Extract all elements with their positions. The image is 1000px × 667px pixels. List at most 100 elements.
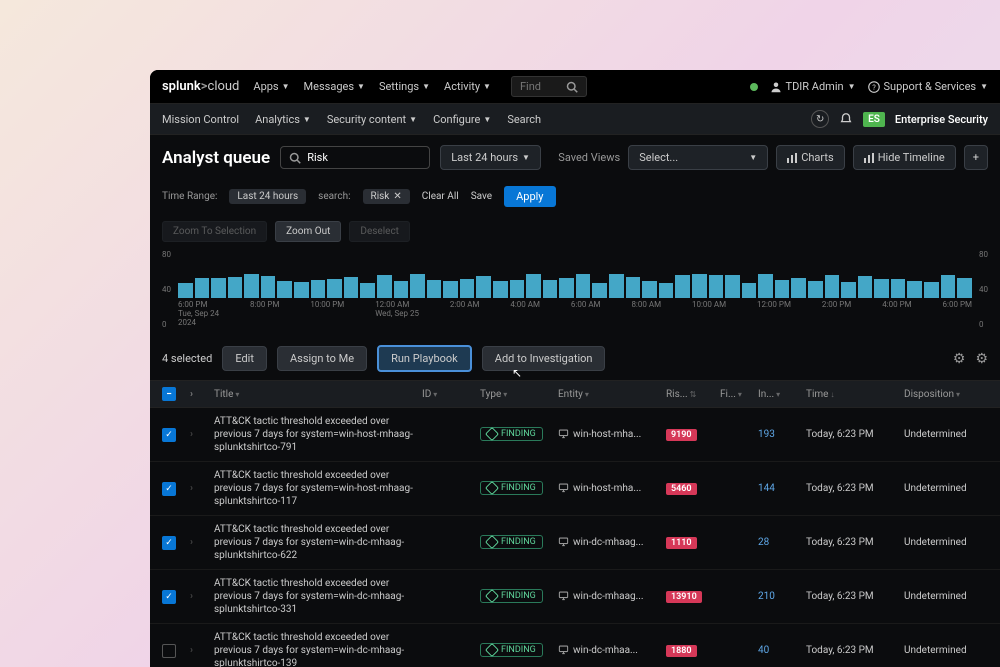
timeline-bar[interactable] bbox=[626, 277, 641, 298]
assign-to-me-button[interactable]: Assign to Me bbox=[277, 346, 367, 371]
entity-column[interactable]: Entity▾ bbox=[558, 389, 658, 400]
type-column[interactable]: Type▾ bbox=[480, 389, 550, 400]
timeline-bar[interactable] bbox=[841, 282, 856, 298]
timeline-bar[interactable] bbox=[725, 275, 740, 298]
timeline-bar[interactable] bbox=[195, 278, 210, 298]
expand-toggle[interactable]: › bbox=[190, 645, 206, 656]
timeline-bar[interactable] bbox=[957, 278, 972, 298]
timeline-bar[interactable] bbox=[709, 275, 724, 298]
timeline-bar[interactable] bbox=[941, 275, 956, 298]
search-filter-chip[interactable]: Risk ✕ bbox=[363, 189, 410, 204]
expand-toggle[interactable]: › bbox=[190, 537, 206, 548]
in-cell[interactable]: 40 bbox=[758, 645, 798, 656]
in-cell[interactable]: 210 bbox=[758, 591, 798, 602]
row-checkbox[interactable] bbox=[162, 428, 176, 442]
in-cell[interactable]: 144 bbox=[758, 483, 798, 494]
timeline-bar[interactable] bbox=[825, 275, 840, 298]
charts-button[interactable]: Charts bbox=[776, 145, 844, 170]
timeline-bar[interactable] bbox=[394, 281, 409, 298]
timeline-bar[interactable] bbox=[775, 280, 790, 298]
timeline-bar[interactable] bbox=[377, 275, 392, 298]
timeline-bar[interactable] bbox=[311, 280, 326, 298]
timeline-bar[interactable] bbox=[294, 282, 309, 298]
gear-icon[interactable]: ⚙ bbox=[975, 351, 988, 367]
timeline-bar[interactable] bbox=[874, 279, 889, 298]
timeline-bar[interactable] bbox=[211, 278, 226, 298]
timeline-bar[interactable] bbox=[410, 274, 425, 298]
timeline-bar[interactable] bbox=[808, 281, 823, 298]
bell-icon[interactable] bbox=[839, 112, 853, 126]
sub-menu-item[interactable]: Mission Control bbox=[162, 113, 239, 126]
timeline-bar[interactable] bbox=[659, 283, 674, 298]
timeline-bar[interactable] bbox=[858, 276, 873, 298]
timeline-bar[interactable] bbox=[228, 277, 243, 298]
settings-icon[interactable]: ⚙ bbox=[953, 351, 966, 367]
save-link[interactable]: Save bbox=[471, 191, 492, 202]
timeline-bar[interactable] bbox=[510, 280, 525, 298]
timeline-chart[interactable] bbox=[162, 250, 988, 298]
saved-views-select[interactable]: Select... ▼ bbox=[628, 145, 768, 170]
row-checkbox[interactable] bbox=[162, 644, 176, 658]
table-row[interactable]: › ATT&CK tactic threshold exceeded over … bbox=[150, 462, 1000, 516]
table-row[interactable]: › ATT&CK tactic threshold exceeded over … bbox=[150, 570, 1000, 624]
timeline-bar[interactable] bbox=[576, 274, 591, 298]
row-checkbox[interactable] bbox=[162, 590, 176, 604]
support-menu[interactable]: ? Support & Services ▼ bbox=[868, 80, 989, 93]
timeline-bar[interactable] bbox=[178, 283, 193, 298]
timeline-bar[interactable] bbox=[592, 283, 607, 298]
sub-menu-item[interactable]: Search bbox=[507, 113, 541, 126]
in-cell[interactable]: 193 bbox=[758, 429, 798, 440]
search-box[interactable] bbox=[280, 146, 430, 169]
id-column[interactable]: ID▾ bbox=[422, 389, 472, 400]
timeline-bar[interactable] bbox=[261, 276, 276, 298]
top-menu-item[interactable]: Apps▼ bbox=[253, 80, 289, 93]
table-row[interactable]: › ATT&CK tactic threshold exceeded over … bbox=[150, 624, 1000, 667]
timeline-bar[interactable] bbox=[924, 282, 939, 298]
disposition-column[interactable]: Disposition▾ bbox=[904, 389, 1000, 400]
timeline-bar[interactable] bbox=[244, 274, 259, 298]
timeline-bar[interactable] bbox=[791, 278, 806, 298]
close-icon[interactable]: ✕ bbox=[393, 191, 401, 202]
zoom-out-button[interactable]: Zoom Out bbox=[275, 221, 341, 242]
time-range-button[interactable]: Last 24 hours ▼ bbox=[440, 145, 541, 170]
timeline-bar[interactable] bbox=[758, 274, 773, 298]
timeline-bar[interactable] bbox=[427, 280, 442, 298]
timeline-bar[interactable] bbox=[460, 279, 475, 298]
find-input[interactable] bbox=[520, 80, 560, 93]
apply-button[interactable]: Apply bbox=[504, 186, 555, 207]
timeline-bar[interactable] bbox=[543, 280, 558, 299]
hide-timeline-button[interactable]: Hide Timeline bbox=[853, 145, 956, 170]
timeline-bar[interactable] bbox=[609, 274, 624, 298]
run-playbook-button[interactable]: Run Playbook bbox=[377, 345, 472, 372]
timeline-bar[interactable] bbox=[493, 281, 508, 298]
expand-toggle[interactable]: › bbox=[190, 591, 206, 602]
row-checkbox[interactable] bbox=[162, 482, 176, 496]
expand-column[interactable]: › bbox=[190, 389, 206, 400]
timeline-bar[interactable] bbox=[642, 281, 657, 298]
search-input[interactable] bbox=[307, 151, 421, 164]
timeline-bar[interactable] bbox=[327, 279, 342, 298]
risk-column[interactable]: Ris...⇅ bbox=[666, 389, 712, 400]
table-row[interactable]: › ATT&CK tactic threshold exceeded over … bbox=[150, 516, 1000, 570]
timeline-bar[interactable] bbox=[526, 274, 541, 298]
clear-all-link[interactable]: Clear All bbox=[422, 191, 459, 202]
timeline-bar[interactable] bbox=[742, 283, 757, 298]
in-column[interactable]: In...▾ bbox=[758, 389, 798, 400]
timeline-bar[interactable] bbox=[277, 281, 292, 298]
fl-column[interactable]: Fi...▾ bbox=[720, 389, 750, 400]
edit-button[interactable]: Edit bbox=[222, 346, 267, 371]
expand-toggle[interactable]: › bbox=[190, 483, 206, 494]
refresh-icon[interactable]: ↻ bbox=[811, 110, 829, 128]
timeline-bar[interactable] bbox=[891, 279, 906, 298]
row-checkbox[interactable] bbox=[162, 536, 176, 550]
table-row[interactable]: › ATT&CK tactic threshold exceeded over … bbox=[150, 408, 1000, 462]
select-all-checkbox[interactable] bbox=[162, 387, 176, 401]
timeline-bar[interactable] bbox=[692, 274, 707, 298]
timeline-bar[interactable] bbox=[559, 278, 574, 298]
in-cell[interactable]: 28 bbox=[758, 537, 798, 548]
expand-toggle[interactable]: › bbox=[190, 429, 206, 440]
top-menu-item[interactable]: Settings▼ bbox=[379, 80, 430, 93]
sub-menu-item[interactable]: Security content▼ bbox=[327, 113, 417, 126]
time-column[interactable]: Time↓ bbox=[806, 389, 896, 400]
add-button[interactable]: + bbox=[964, 145, 988, 170]
